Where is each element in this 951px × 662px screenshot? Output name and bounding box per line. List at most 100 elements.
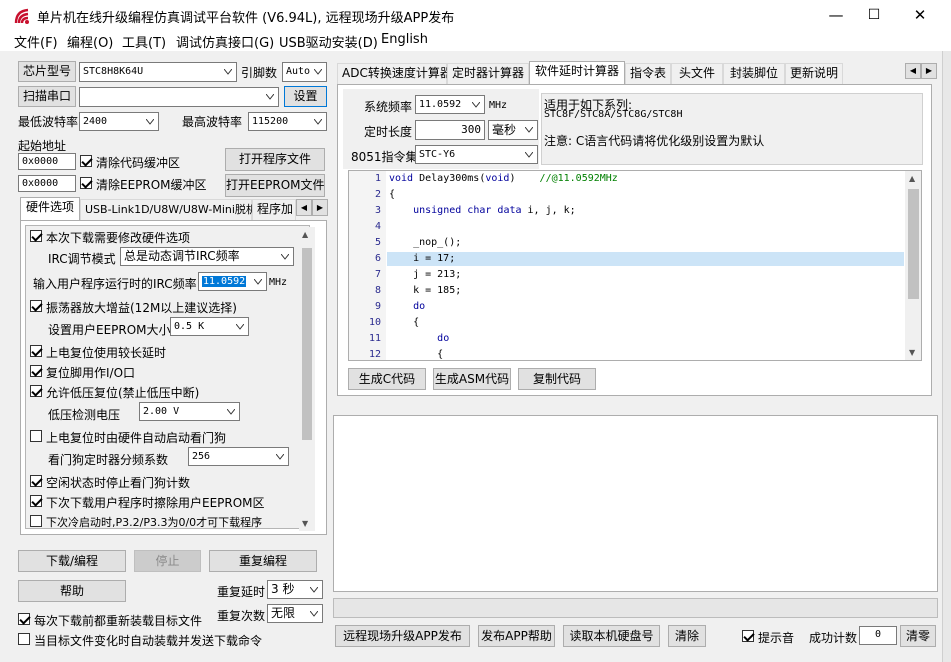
start-address-label: 起始地址 bbox=[18, 139, 67, 153]
chip-type-button[interactable]: 芯片型号 bbox=[18, 61, 76, 82]
menu-debug[interactable]: 调试仿真接口(G) bbox=[176, 32, 274, 51]
reprogram-button[interactable]: 重复编程 bbox=[209, 550, 317, 572]
right-tab-scroll-left-button[interactable]: ◀ bbox=[905, 63, 921, 79]
scroll-down-icon[interactable]: ▼ bbox=[302, 519, 308, 528]
tab-scroll-right-button[interactable]: ▶ bbox=[312, 199, 328, 216]
irc-mode-select[interactable]: 总是动态调节IRC频率 bbox=[120, 247, 294, 266]
scrollbar-thumb[interactable] bbox=[908, 189, 919, 299]
chevron-down-icon bbox=[521, 146, 537, 163]
chevron-down-icon bbox=[223, 403, 239, 420]
eeprom-address-input[interactable]: 0x0000 bbox=[18, 175, 76, 192]
close-button[interactable]: ✕ bbox=[897, 0, 943, 31]
tab-delay-calculator[interactable]: 软件延时计算器 bbox=[529, 61, 625, 84]
menu-english[interactable]: English bbox=[381, 32, 428, 47]
code-line: void Delay300ms(void) //@11.0592MHz bbox=[389, 173, 618, 184]
scroll-down-icon[interactable]: ▼ bbox=[909, 348, 915, 357]
chevron-down-icon bbox=[232, 318, 248, 335]
tab-timer-calculator[interactable]: 定时器计算器 bbox=[447, 63, 529, 84]
output-log[interactable] bbox=[333, 415, 938, 592]
maximize-button[interactable]: ☐ bbox=[851, 0, 897, 31]
remote-upgrade-publish-button[interactable]: 远程现场升级APP发布 bbox=[335, 625, 470, 647]
checkbox-box[interactable] bbox=[742, 630, 754, 642]
max-baud-select[interactable]: 115200 bbox=[248, 112, 327, 131]
line-number: 11 bbox=[368, 333, 381, 344]
copy-code-button[interactable]: 复制代码 bbox=[518, 368, 596, 390]
clear-log-button[interactable]: 清除 bbox=[668, 625, 706, 647]
generate-c-code-button[interactable]: 生成C代码 bbox=[348, 368, 426, 390]
scroll-up-icon[interactable]: ▲ bbox=[302, 230, 308, 239]
reload-before-label: 每次下载前都重新装载目标文件 bbox=[34, 614, 203, 628]
checkbox-box[interactable] bbox=[30, 300, 42, 312]
tab-program-encrypt[interactable]: 程序加 bbox=[252, 199, 296, 220]
tab-release-notes[interactable]: 更新说明 bbox=[785, 63, 843, 84]
checkbox-box[interactable] bbox=[30, 515, 42, 527]
app-logo-icon bbox=[14, 7, 32, 25]
erase-eeprom-label: 下次下载用户程序时擦除用户EEPROM区 bbox=[46, 496, 265, 510]
publish-app-help-button[interactable]: 发布APP帮助 bbox=[478, 625, 555, 647]
menu-program[interactable]: 编程(O) bbox=[67, 32, 113, 51]
instruction-set-label: 8051指令集 bbox=[351, 150, 418, 164]
wdt-div-select[interactable]: 256 bbox=[188, 447, 289, 466]
tab-package-pins[interactable]: 封装脚位 bbox=[723, 63, 785, 84]
chip-type-select[interactable]: STC8H8K64U bbox=[79, 62, 237, 82]
repeat-count-select[interactable]: 无限 bbox=[267, 604, 323, 623]
menu-tools[interactable]: 工具(T) bbox=[122, 32, 166, 51]
lvr-voltage-select[interactable]: 2.00 V bbox=[139, 402, 240, 421]
delay-unit-select[interactable]: 毫秒 bbox=[488, 120, 538, 140]
port-settings-button[interactable]: 设置 bbox=[284, 86, 327, 107]
irc-freq-select[interactable]: 11.0592 bbox=[198, 272, 267, 291]
checkbox-box[interactable] bbox=[18, 613, 30, 625]
scroll-up-icon[interactable]: ▲ bbox=[909, 174, 915, 183]
applicable-series-box: 适用于如下系列: STC8F/STC8A/STC8G/STC8H 注意: C语言… bbox=[541, 93, 923, 165]
checkbox-box[interactable] bbox=[18, 633, 30, 645]
auto-reload-label: 当目标文件变化时自动装载并发送下载命令 bbox=[34, 634, 263, 648]
repeat-delay-select[interactable]: 3 秒 bbox=[267, 580, 323, 599]
tab-adc-calculator[interactable]: ADC转换速度计算器 bbox=[337, 63, 452, 84]
right-tab-scroll-right-button[interactable]: ▶ bbox=[921, 63, 937, 79]
checkbox-box[interactable] bbox=[30, 495, 42, 507]
code-line: j = 213; bbox=[389, 269, 462, 280]
stop-button[interactable]: 停止 bbox=[134, 550, 201, 572]
read-hdd-serial-button[interactable]: 读取本机硬盘号 bbox=[563, 625, 660, 647]
menu-file[interactable]: 文件(F) bbox=[14, 32, 58, 51]
pin-count-select[interactable]: Auto bbox=[282, 62, 327, 82]
port-select[interactable] bbox=[79, 87, 279, 107]
instruction-set-select[interactable]: STC-Y6 bbox=[415, 145, 538, 164]
open-program-file-button[interactable]: 打开程序文件 bbox=[225, 148, 325, 171]
checkbox-box[interactable] bbox=[30, 475, 42, 487]
delay-unit-value: 毫秒 bbox=[492, 123, 517, 137]
code-editor[interactable]: 1 void Delay300ms(void) //@11.0592MHz 2{3 … bbox=[348, 170, 922, 361]
generate-asm-code-button[interactable]: 生成ASM代码 bbox=[433, 368, 511, 390]
checkbox-box[interactable] bbox=[30, 345, 42, 357]
code-scrollbar[interactable]: ▲ ▼ bbox=[905, 171, 921, 360]
menu-usb-driver[interactable]: USB驱动安装(D) bbox=[279, 32, 378, 51]
checkbox-box[interactable] bbox=[30, 365, 42, 377]
checkbox-box[interactable] bbox=[30, 385, 42, 397]
eeprom-size-select[interactable]: 0.5 K bbox=[170, 317, 249, 336]
min-baud-select[interactable]: 2400 bbox=[79, 112, 159, 131]
chevron-down-icon bbox=[310, 113, 326, 130]
code-line: i = 17; bbox=[389, 253, 456, 264]
tab-hardware-options[interactable]: 硬件选项 bbox=[20, 197, 80, 220]
reset-count-button[interactable]: 清零 bbox=[900, 625, 936, 647]
line-number: 4 bbox=[374, 221, 381, 232]
tab-instruction-table[interactable]: 指令表 bbox=[625, 63, 671, 84]
open-eeprom-file-button[interactable]: 打开EEPROM文件 bbox=[225, 174, 325, 197]
help-button[interactable]: 帮助 bbox=[18, 580, 126, 602]
checkbox-box[interactable] bbox=[30, 430, 42, 442]
tab-usb-link[interactable]: USB-Link1D/U8W/U8W-Mini脱机 bbox=[80, 199, 257, 220]
scan-port-button[interactable]: 扫描串口 bbox=[18, 86, 76, 107]
tab-scroll-left-button[interactable]: ◀ bbox=[296, 199, 312, 216]
code-address-input[interactable]: 0x0000 bbox=[18, 153, 76, 170]
max-baud-value: 115200 bbox=[252, 116, 289, 127]
hardware-options-scrollbar[interactable]: ▲ ▼ bbox=[299, 227, 315, 531]
long-delay-label: 上电复位使用较长延时 bbox=[46, 346, 167, 360]
scrollbar-thumb[interactable] bbox=[302, 248, 312, 440]
checkbox-box[interactable] bbox=[80, 155, 92, 167]
checkbox-box[interactable] bbox=[30, 230, 42, 242]
tab-header-files[interactable]: 头文件 bbox=[671, 63, 723, 84]
download-program-button[interactable]: 下载/编程 bbox=[18, 550, 126, 572]
delay-length-input[interactable]: 300 bbox=[415, 120, 485, 140]
sys-freq-select[interactable]: 11.0592 bbox=[415, 95, 485, 114]
checkbox-box[interactable] bbox=[80, 177, 92, 189]
